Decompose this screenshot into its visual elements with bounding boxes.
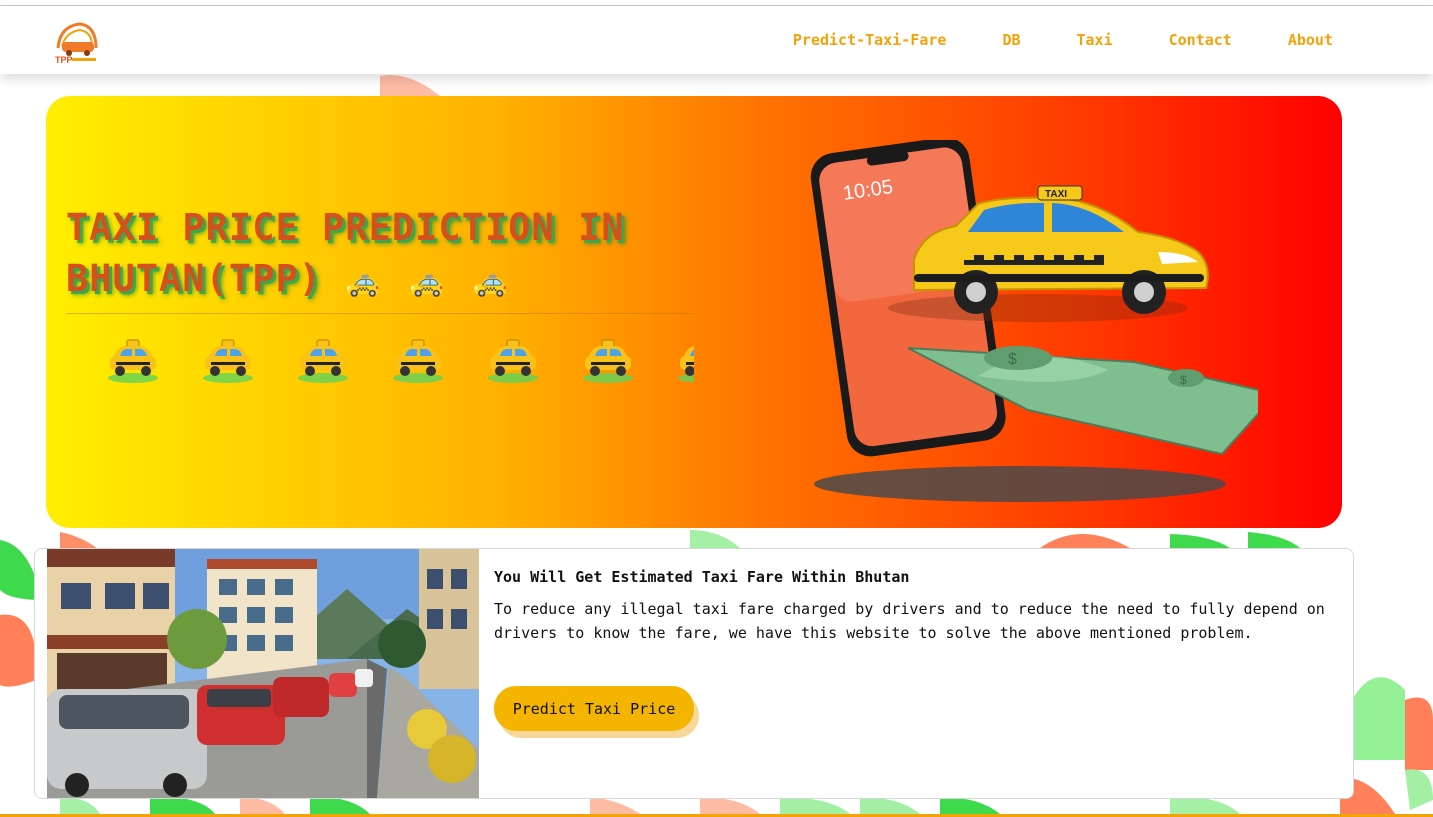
nav-about[interactable]: About [1288, 31, 1333, 49]
taxi-marquee [66, 336, 694, 388]
hero-banner: TAXI PRICE PREDICTION IN BHUTAN(TPP) 🚕 🚕… [46, 96, 1342, 528]
hero-title: TAXI PRICE PREDICTION IN BHUTAN(TPP) 🚕 🚕… [66, 202, 706, 307]
taxi-emoji-icon [108, 339, 158, 383]
nav-predict-taxi-fare[interactable]: Predict-Taxi-Fare [793, 31, 947, 49]
nav-taxi[interactable]: Taxi [1077, 31, 1113, 49]
predict-taxi-price-button[interactable]: Predict Taxi Price [494, 686, 694, 731]
tpp-taxi-logo-icon[interactable]: TPP [52, 18, 100, 64]
taxi-emoji-icon [393, 339, 443, 383]
nav-db[interactable]: DB [1002, 31, 1020, 49]
logo-text: TPP [55, 55, 73, 64]
taxi-sign-text: TAXI [1045, 189, 1067, 200]
nav-links: Predict-Taxi-Fare DB Taxi Contact About [793, 6, 1333, 74]
thimphu-taxi-street-photo [47, 549, 479, 798]
hero-divider [66, 313, 694, 314]
taxi-emoji-icon [203, 339, 253, 383]
taxi-emoji-icon [488, 339, 538, 383]
navbar: TPP Predict-Taxi-Fare DB Taxi Contact Ab… [0, 6, 1433, 74]
info-card: You Will Get Estimated Taxi Fare Within … [34, 548, 1354, 799]
taxi-emoji-icon [678, 346, 694, 383]
taxi-marquee-track [106, 336, 694, 384]
hero-title-taxi-emojis: 🚕 🚕 🚕 [345, 265, 514, 298]
taxi-emoji-icon [583, 339, 633, 383]
info-description: To reduce any illegal taxi fare charged … [494, 600, 1325, 642]
info-title: You Will Get Estimated Taxi Fare Within … [494, 568, 910, 586]
svg-text:$: $ [1180, 373, 1187, 387]
taxi-emoji-icon [298, 339, 348, 383]
svg-text:$: $ [1008, 351, 1017, 368]
phone-taxi-cash-illustration: 10:05 $ $ TAXI [810, 140, 1258, 502]
nav-contact[interactable]: Contact [1169, 31, 1232, 49]
